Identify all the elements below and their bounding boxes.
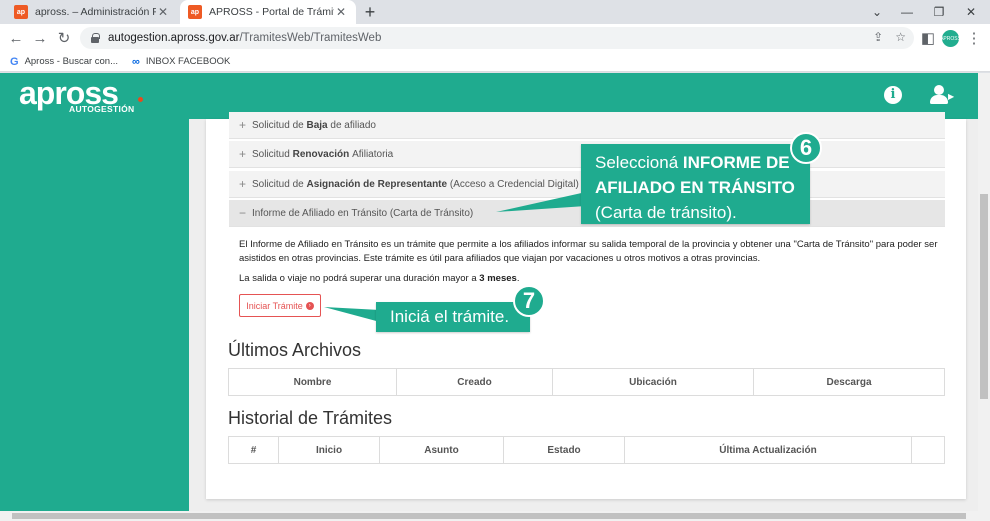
scrollbar-thumb[interactable] bbox=[980, 194, 988, 399]
scrollbar-thumb[interactable] bbox=[12, 513, 966, 519]
step-6-badge: 6 bbox=[790, 132, 822, 164]
callout-pointers bbox=[324, 192, 586, 322]
callout-text: (Carta de tránsito). bbox=[595, 203, 737, 222]
vertical-scrollbar[interactable] bbox=[978, 73, 990, 511]
horizontal-scrollbar[interactable] bbox=[0, 511, 990, 521]
callout-text: Seleccioná bbox=[595, 153, 683, 172]
callout-step-6: Seleccioná INFORME DE AFILIADO EN TRÁNSI… bbox=[581, 144, 810, 224]
callout7-pointer bbox=[324, 307, 380, 322]
callout6-pointer bbox=[496, 192, 586, 212]
step-7-badge: 7 bbox=[513, 285, 545, 317]
callout-step-7: Iniciá el trámite. bbox=[376, 302, 530, 332]
